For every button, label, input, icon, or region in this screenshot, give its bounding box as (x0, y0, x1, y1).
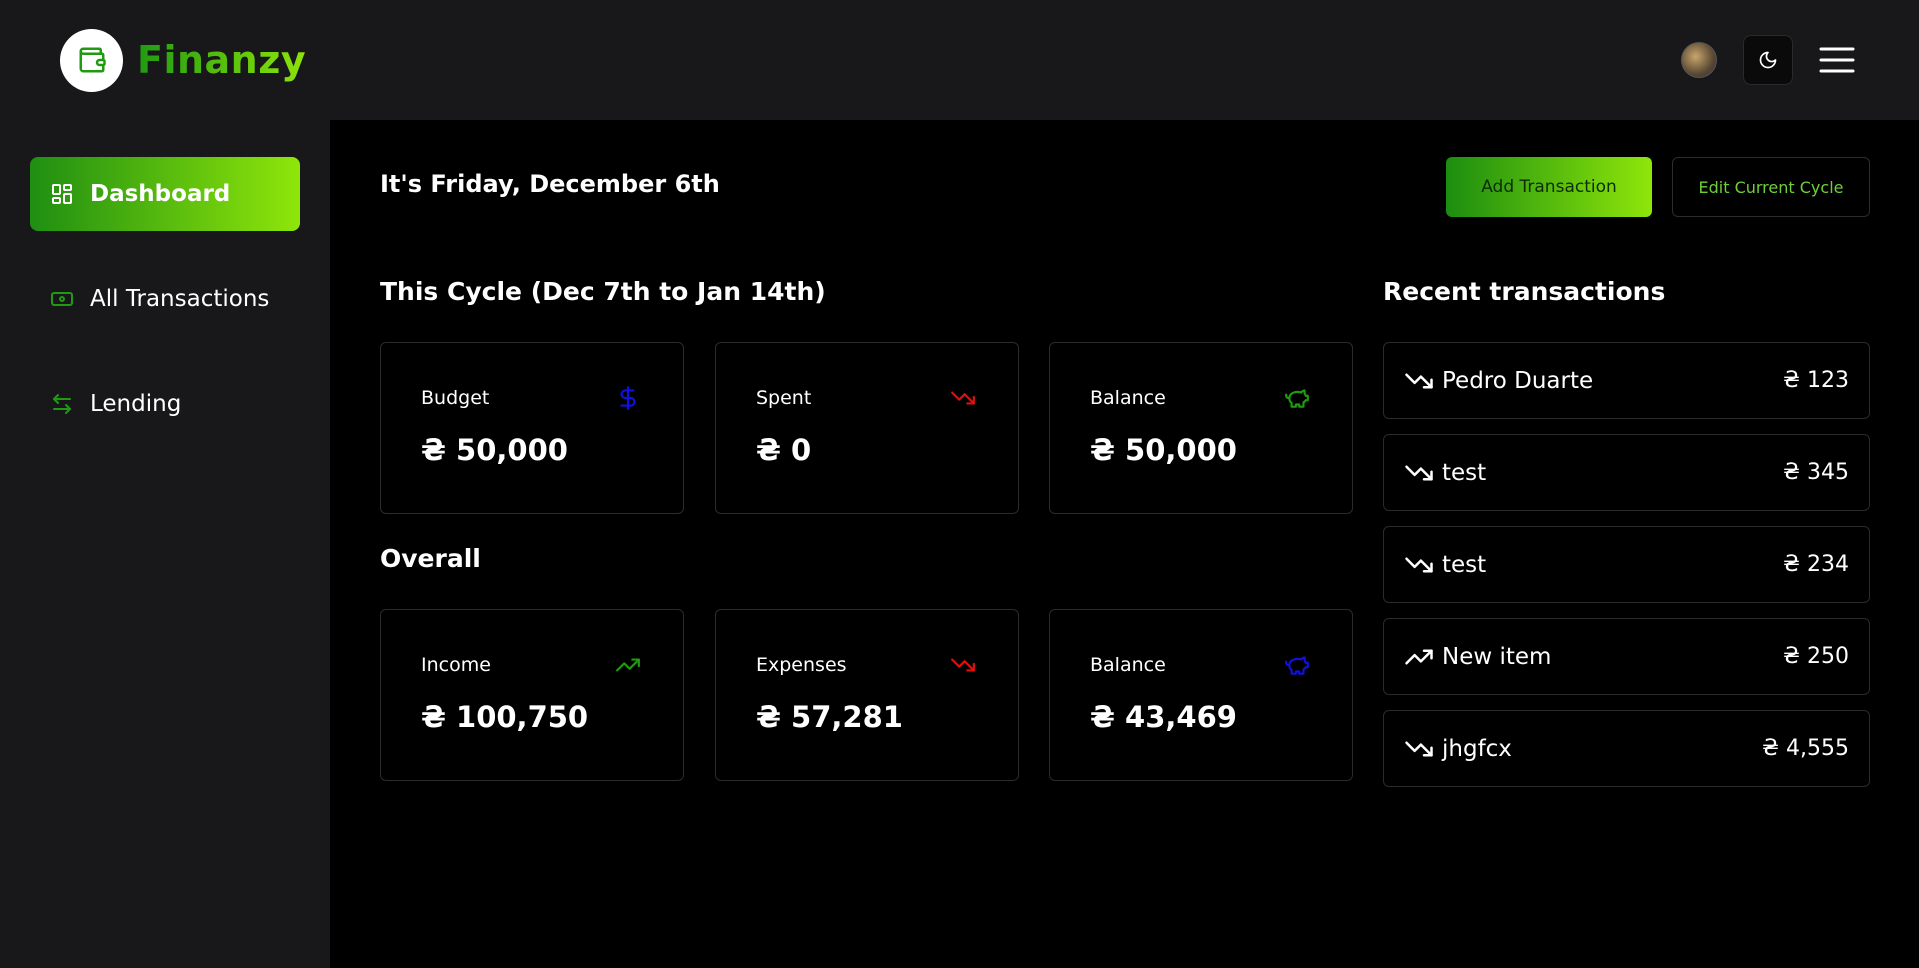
cycle-balance-card: Balance ₴ 50,000 (1049, 342, 1353, 514)
card-value: ₴ 57,281 (756, 700, 903, 734)
card-value: ₴ 100,750 (421, 700, 589, 734)
transaction-name: Pedro Duarte (1442, 367, 1594, 394)
transaction-amount: ₴ 234 (1782, 552, 1849, 577)
sidebar-item-label: All Transactions (90, 286, 270, 312)
transaction-item[interactable]: Pedro Duarte ₴ 123 (1383, 342, 1870, 419)
card-value: ₴ 0 (756, 433, 812, 467)
card-value: ₴ 50,000 (421, 433, 568, 467)
trending-down-icon (1405, 741, 1433, 756)
trending-down-icon (951, 391, 975, 405)
piggy-bank-icon (1285, 389, 1309, 408)
trending-down-icon (951, 658, 975, 672)
menu-button[interactable] (1819, 44, 1855, 76)
spent-card: Spent ₴ 0 (715, 342, 1019, 514)
transaction-item[interactable]: test ₴ 234 (1383, 526, 1870, 603)
sidebar-item-label: Lending (90, 391, 182, 417)
cycle-section-title: This Cycle (Dec 7th to Jan 14th) (380, 277, 826, 306)
card-label: Balance (1090, 654, 1166, 676)
card-value: ₴ 50,000 (1090, 433, 1237, 467)
transaction-item[interactable]: test ₴ 345 (1383, 434, 1870, 511)
moon-icon (1759, 51, 1777, 69)
hamburger-menu-icon (1819, 47, 1855, 73)
transaction-item[interactable]: jhgfcx ₴ 4,555 (1383, 710, 1870, 787)
transaction-amount: ₴ 4,555 (1761, 736, 1849, 761)
sidebar-item-dashboard[interactable]: Dashboard (30, 157, 300, 231)
theme-toggle-button[interactable] (1743, 35, 1793, 85)
overall-balance-card: Balance ₴ 43,469 (1049, 609, 1353, 781)
card-value: ₴ 43,469 (1090, 700, 1237, 734)
transaction-name: test (1442, 551, 1487, 578)
card-label: Balance (1090, 387, 1166, 409)
overall-section-title: Overall (380, 544, 481, 573)
edit-current-cycle-button[interactable]: Edit Current Cycle (1672, 157, 1870, 217)
trending-down-icon (1405, 373, 1433, 388)
transaction-name: jhgfcx (1442, 735, 1512, 762)
budget-card: Budget ₴ 50,000 (380, 342, 684, 514)
trending-down-icon (1405, 465, 1433, 480)
trending-down-icon (1405, 557, 1433, 572)
piggy-bank-icon (1285, 656, 1309, 675)
arrows-left-right-icon (53, 394, 71, 414)
brand-name: Finanzy (137, 38, 307, 82)
transaction-name: New item (1442, 643, 1552, 670)
transaction-name: test (1442, 459, 1487, 486)
transaction-amount: ₴ 123 (1782, 368, 1849, 393)
main-content: It's Friday, December 6th Add Transactio… (330, 120, 1919, 968)
wallet-icon (60, 28, 123, 92)
transaction-amount: ₴ 250 (1782, 644, 1849, 669)
avatar[interactable] (1681, 42, 1717, 78)
expenses-card: Expenses ₴ 57,281 (715, 609, 1019, 781)
page-title: It's Friday, December 6th (380, 170, 720, 198)
sidebar: Dashboard All Transactions Lending (0, 120, 330, 968)
banknote-icon (51, 292, 73, 306)
trending-up-icon (1405, 649, 1433, 664)
sidebar-item-lending[interactable]: Lending (30, 367, 300, 441)
dollar-icon (620, 386, 636, 410)
trending-up-icon (616, 658, 640, 672)
sidebar-item-all-transactions[interactable]: All Transactions (30, 262, 300, 336)
transaction-item[interactable]: New item ₴ 250 (1383, 618, 1870, 695)
card-label: Budget (421, 387, 490, 409)
card-label: Income (421, 654, 491, 676)
recent-transactions-title: Recent transactions (1383, 277, 1666, 306)
add-transaction-button[interactable]: Add Transaction (1446, 157, 1652, 217)
sidebar-item-label: Dashboard (90, 181, 231, 207)
brand[interactable]: Finanzy (60, 28, 307, 92)
top-header: Finanzy (0, 0, 1919, 120)
income-card: Income ₴ 100,750 (380, 609, 684, 781)
dashboard-grid-icon (52, 184, 72, 204)
card-label: Expenses (756, 654, 847, 676)
transaction-amount: ₴ 345 (1782, 460, 1849, 485)
card-label: Spent (756, 387, 812, 409)
